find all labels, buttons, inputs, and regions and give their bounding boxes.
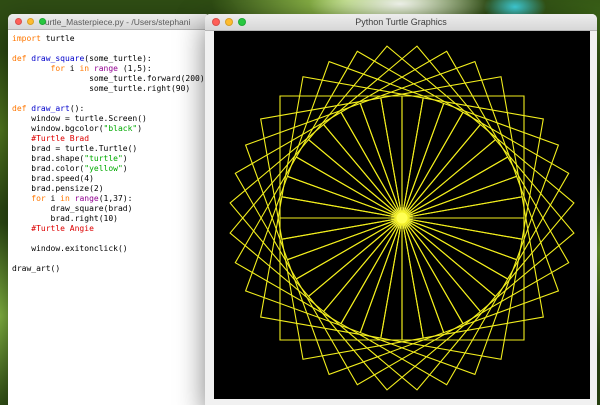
code-line: #Turtle Brad	[31, 134, 90, 143]
close-button[interactable]	[15, 18, 22, 25]
code-line: draw_square(brad)	[12, 204, 133, 213]
turtle-titlebar[interactable]: Python Turtle Graphics	[205, 14, 597, 31]
editor-window: Turtle_Masterpiece.py - /Users/stephani …	[8, 14, 210, 405]
code-line: brad.color("yellow")	[12, 164, 128, 173]
code-line: some_turtle.right(90)	[12, 84, 191, 93]
turtle-canvas[interactable]	[214, 31, 590, 399]
editor-titlebar[interactable]: Turtle_Masterpiece.py - /Users/stephani	[8, 14, 210, 30]
code-line: draw_art()	[12, 264, 61, 273]
traffic-lights	[15, 18, 46, 25]
desktop: Turtle_Masterpiece.py - /Users/stephani …	[0, 0, 600, 405]
traffic-lights	[212, 18, 246, 26]
code-line: def draw_square(some_turtle):	[12, 54, 152, 63]
code-line: import turtle	[12, 34, 75, 43]
code-line: def draw_art():	[12, 104, 85, 113]
code-line: window = turtle.Screen()	[12, 114, 147, 123]
minimize-button[interactable]	[225, 18, 233, 26]
turtle-window: Python Turtle Graphics	[205, 14, 597, 405]
turtle-window-title: Python Turtle Graphics	[355, 17, 447, 27]
code-line: brad.right(10)	[12, 214, 118, 223]
close-button[interactable]	[212, 18, 220, 26]
code-line: some_turtle.forward(200)	[12, 74, 205, 83]
code-line: for i in range (1,5):	[50, 64, 152, 73]
code-area[interactable]: import turtle def draw_square(some_turtl…	[8, 30, 210, 405]
editor-window-title: Turtle_Masterpiece.py - /Users/stephani	[40, 16, 191, 27]
minimize-button[interactable]	[27, 18, 34, 25]
code-line: window.exitonclick()	[12, 244, 128, 253]
spirograph-drawing	[229, 45, 575, 391]
code-line: for i in range(1,37):	[31, 194, 133, 203]
zoom-button[interactable]	[238, 18, 246, 26]
code-line: brad.pensize(2)	[12, 184, 104, 193]
code-line: window.bgcolor("black")	[12, 124, 143, 133]
code-line: brad.shape("turtle")	[12, 154, 128, 163]
code-line: #Turtle Angie	[31, 224, 94, 233]
code-line: brad = turtle.Turtle()	[12, 144, 138, 153]
code-line: brad.speed(4)	[12, 174, 94, 183]
zoom-button[interactable]	[39, 18, 46, 25]
